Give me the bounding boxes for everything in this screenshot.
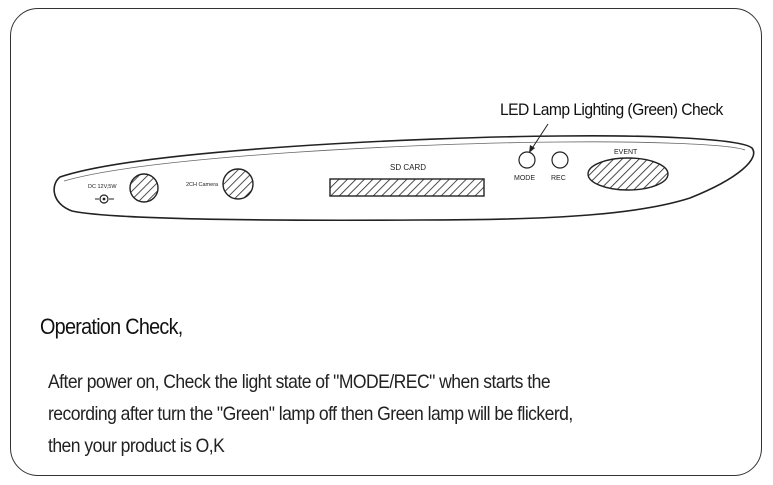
dc-label: DC 12V,5W (88, 184, 117, 190)
instructions-text: After power on, Check the light state of… (48, 366, 748, 462)
dc-connector (129, 173, 159, 203)
sd-card-label: SD CARD (390, 163, 426, 172)
instruction-line: then your product is O,K (48, 435, 225, 457)
rec-led (551, 151, 569, 169)
device-diagram: DC 12V,5W 2CH Camera SD CARD MODE REC EV… (53, 123, 755, 222)
led-check-callout: LED Lamp Lighting (Green) Check (500, 100, 723, 119)
event-label: EVENT (614, 149, 638, 156)
dc-jack-pin (102, 197, 106, 201)
callout-arrowhead (529, 145, 535, 153)
camera-connector (222, 168, 254, 200)
camera-label: 2CH Camera (186, 182, 219, 188)
rec-label: REC (551, 175, 566, 182)
section-heading: Operation Check, (40, 314, 183, 339)
instruction-line: After power on, Check the light state of… (48, 371, 551, 393)
mode-led (518, 151, 536, 169)
instruction-line: recording after turn the "Green" lamp of… (48, 403, 573, 425)
event-button (587, 157, 669, 191)
sd-card-slot (329, 178, 485, 197)
mode-label: MODE (514, 175, 535, 182)
